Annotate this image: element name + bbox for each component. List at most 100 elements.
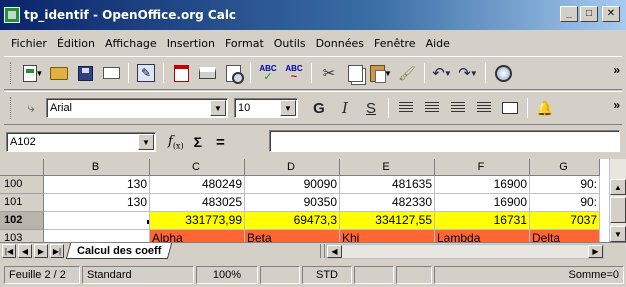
menu-fenetre[interactable]: Fenêtre [369, 37, 421, 50]
menu-aide[interactable]: Aide [421, 37, 455, 50]
name-box[interactable]: A102 ▼ [6, 132, 156, 152]
cell[interactable]: 16900 [435, 194, 530, 212]
cell[interactable]: 480249 [150, 176, 245, 194]
row-header-selected[interactable]: 102 [0, 212, 44, 230]
tab-splitter[interactable] [320, 244, 325, 258]
cell[interactable]: 90: [530, 194, 600, 212]
column-header-g[interactable]: G [530, 159, 600, 176]
close-button[interactable]: ✕ [602, 6, 620, 22]
paste-button[interactable]: ▼ [370, 62, 392, 84]
align-center-button[interactable] [421, 97, 443, 119]
align-right-button[interactable] [447, 97, 469, 119]
scroll-up-icon[interactable]: ▲ [610, 179, 626, 195]
font-name-select[interactable]: Arial ▼ [46, 98, 228, 118]
print-preview-button[interactable] [222, 62, 244, 84]
clone-formatting-button[interactable]: 🖌 [396, 62, 418, 84]
underline-button[interactable]: S [360, 97, 382, 119]
minimize-button[interactable]: _ [560, 6, 578, 22]
cell[interactable]: 130 [44, 194, 150, 212]
cell[interactable]: 69473,3 [245, 212, 340, 230]
cell[interactable]: 130 [44, 176, 150, 194]
styles-button[interactable]: ⤷ [22, 100, 40, 116]
save-button[interactable] [74, 62, 96, 84]
menu-format[interactable]: Format [220, 37, 269, 50]
currency-format-button[interactable]: 🔔 [534, 97, 556, 119]
cell[interactable]: 90: [530, 176, 600, 194]
cell[interactable]: 334127,55 [340, 212, 435, 230]
open-button[interactable] [48, 62, 70, 84]
toolbar-grip[interactable] [10, 97, 14, 119]
justify-button[interactable] [473, 97, 495, 119]
status-signature[interactable] [396, 265, 432, 284]
auto-spellcheck-button[interactable]: ABC ~ [283, 62, 305, 84]
horizontal-scrollbar[interactable]: ◀ ▶ [326, 244, 604, 259]
next-sheet-icon[interactable]: ▶ [34, 244, 48, 258]
status-sum[interactable]: Somme=0 [434, 265, 624, 284]
align-left-button[interactable] [395, 97, 417, 119]
status-insert-mode[interactable] [260, 265, 300, 284]
cell[interactable]: 16731 [435, 212, 530, 230]
function-button[interactable]: = [216, 134, 225, 151]
last-sheet-icon[interactable]: ▶| [50, 244, 64, 258]
scroll-down-icon[interactable]: ▼ [610, 226, 626, 242]
menu-donnees[interactable]: Données [311, 37, 369, 50]
first-sheet-icon[interactable]: |◀ [2, 244, 16, 258]
font-size-select[interactable]: 10 ▼ [234, 98, 298, 118]
cell[interactable]: 16900 [435, 176, 530, 194]
toolbar-grip[interactable] [10, 62, 14, 84]
bold-button[interactable]: G [308, 97, 330, 119]
copy-button[interactable] [344, 62, 366, 84]
column-header-d[interactable]: D [245, 159, 340, 176]
vertical-scrollbar[interactable]: ▲ ▼ [609, 159, 626, 242]
scroll-thumb[interactable] [610, 197, 626, 223]
cut-button[interactable]: ✂ [318, 62, 340, 84]
row-header[interactable]: 101 [0, 194, 44, 212]
cell[interactable]: 90090 [245, 176, 340, 194]
maximize-button[interactable]: □ [580, 6, 598, 22]
previous-sheet-icon[interactable]: ◀ [18, 244, 32, 258]
column-header-f[interactable]: F [435, 159, 530, 176]
corner-cell[interactable] [0, 159, 44, 176]
chevron-down-icon[interactable]: ▼ [138, 134, 154, 150]
chevron-down-icon[interactable]: ▼ [280, 100, 296, 116]
scroll-right-icon[interactable]: ▶ [588, 245, 603, 258]
row-header[interactable]: 100 [0, 176, 44, 194]
scroll-left-icon[interactable]: ◀ [327, 245, 342, 258]
spellcheck-button[interactable]: ABC ✓ [257, 62, 279, 84]
menu-fichier[interactable]: Fichier [6, 37, 52, 50]
cell[interactable]: 481635 [340, 176, 435, 194]
status-page-style[interactable]: Standard [82, 265, 194, 284]
email-button[interactable] [100, 62, 122, 84]
menu-outils[interactable]: Outils [269, 37, 311, 50]
cell[interactable] [44, 212, 150, 230]
menu-affichage[interactable]: Affichage [100, 37, 162, 50]
cell[interactable]: 483025 [150, 194, 245, 212]
export-pdf-button[interactable] [170, 62, 192, 84]
column-header-c[interactable]: C [150, 159, 245, 176]
status-selection-mode[interactable]: STD [302, 265, 352, 284]
menu-insertion[interactable]: Insertion [162, 37, 220, 50]
new-document-button[interactable]: ▼ [22, 62, 44, 84]
print-button[interactable] [196, 62, 218, 84]
cell[interactable]: 331773,99 [150, 212, 245, 230]
column-header-b[interactable]: B [44, 159, 150, 176]
cell[interactable]: 482330 [340, 194, 435, 212]
edit-file-button[interactable]: ✎ [135, 62, 157, 84]
redo-button[interactable]: ↷ ▼ [457, 62, 479, 84]
italic-button[interactable]: I [334, 97, 356, 119]
chevron-down-icon[interactable]: ▼ [210, 100, 226, 116]
menu-edition[interactable]: Édition [52, 37, 100, 50]
merge-cells-button[interactable] [499, 97, 521, 119]
toolbar-overflow-icon[interactable]: » [613, 63, 620, 77]
formula-input[interactable] [269, 130, 620, 152]
cell[interactable]: 7037 [530, 212, 600, 230]
sheet-tab-active[interactable]: Calcul des coeff [65, 243, 173, 259]
function-wizard-button[interactable]: f(x) [168, 134, 184, 151]
sum-button[interactable]: Σ [194, 134, 202, 150]
cell[interactable]: 90350 [245, 194, 340, 212]
column-header-e[interactable]: E [340, 159, 435, 176]
navigator-button[interactable] [492, 62, 514, 84]
undo-button[interactable]: ↶ ▼ [431, 62, 453, 84]
status-zoom[interactable]: 100% [196, 265, 258, 284]
toolbar-overflow-icon[interactable]: » [613, 98, 620, 112]
